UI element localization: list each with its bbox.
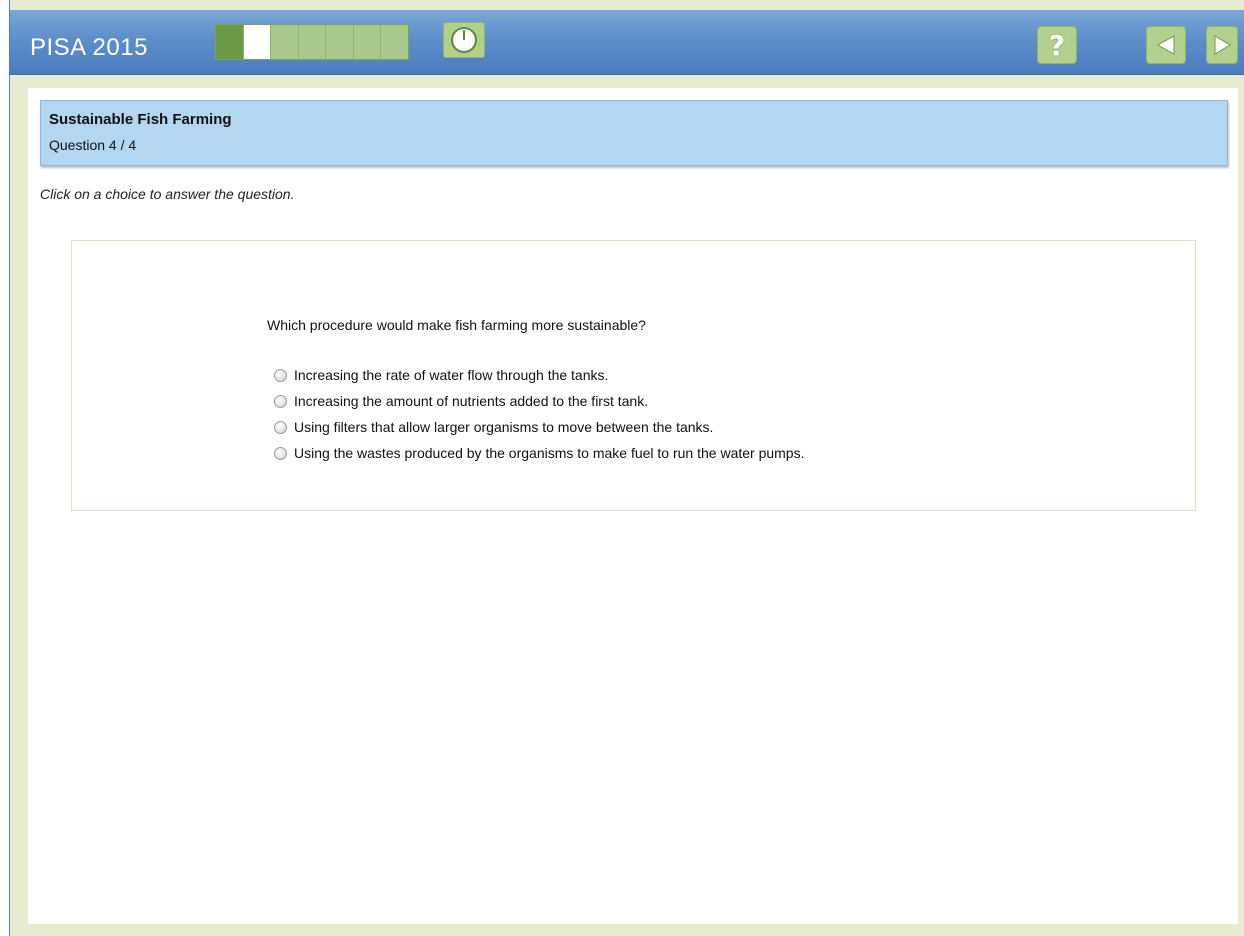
back-button[interactable] <box>1146 26 1186 64</box>
instruction-text: Click on a choice to answer the question… <box>40 186 295 202</box>
top-toolbar: PISA 2015 ? <box>10 10 1244 75</box>
question-panel: Which procedure would make fish farming … <box>71 240 1196 511</box>
progress-segment <box>326 25 354 59</box>
help-icon: ? <box>1048 28 1066 62</box>
arrow-left-icon <box>1156 35 1175 55</box>
choice-option[interactable]: Using filters that allow larger organism… <box>274 417 805 437</box>
choice-option[interactable]: Increasing the rate of water flow throug… <box>274 365 805 385</box>
progress-segment <box>381 25 409 59</box>
progress-segment <box>353 25 382 59</box>
help-button[interactable]: ? <box>1037 26 1077 64</box>
unit-title: Sustainable Fish Farming <box>49 111 232 128</box>
left-edge-strip <box>0 0 10 936</box>
choice-option[interactable]: Using the wastes produced by the organis… <box>274 443 805 463</box>
question-prompt: Which procedure would make fish farming … <box>267 317 646 333</box>
choice-label: Using the wastes produced by the organis… <box>294 445 805 461</box>
clock-icon <box>451 27 477 53</box>
choice-label: Increasing the amount of nutrients added… <box>294 393 649 409</box>
radio-button[interactable] <box>274 368 287 382</box>
choice-option[interactable]: Increasing the amount of nutrients added… <box>274 391 805 411</box>
choice-label: Using filters that allow larger organism… <box>294 419 714 435</box>
choice-list: Increasing the rate of water flow throug… <box>274 365 805 469</box>
app-window: PISA 2015 ? Sustainable Fish Farming Que… <box>10 0 1244 936</box>
app-title: PISA 2015 <box>30 34 148 61</box>
choice-label: Increasing the rate of water flow throug… <box>294 367 609 383</box>
content-area: Sustainable Fish Farming Question 4 / 4 … <box>28 88 1238 924</box>
next-button[interactable] <box>1206 26 1238 64</box>
progress-bar <box>215 24 409 60</box>
progress-segment <box>298 25 327 59</box>
radio-button[interactable] <box>274 394 287 408</box>
radio-button[interactable] <box>274 420 287 434</box>
radio-button[interactable] <box>274 446 287 460</box>
progress-segment <box>216 25 244 59</box>
progress-segment <box>243 25 272 59</box>
timer-button[interactable] <box>443 22 485 58</box>
unit-header: Sustainable Fish Farming Question 4 / 4 <box>40 100 1228 166</box>
question-counter: Question 4 / 4 <box>49 137 137 153</box>
progress-segment <box>271 25 299 59</box>
arrow-right-icon <box>1214 35 1231 55</box>
